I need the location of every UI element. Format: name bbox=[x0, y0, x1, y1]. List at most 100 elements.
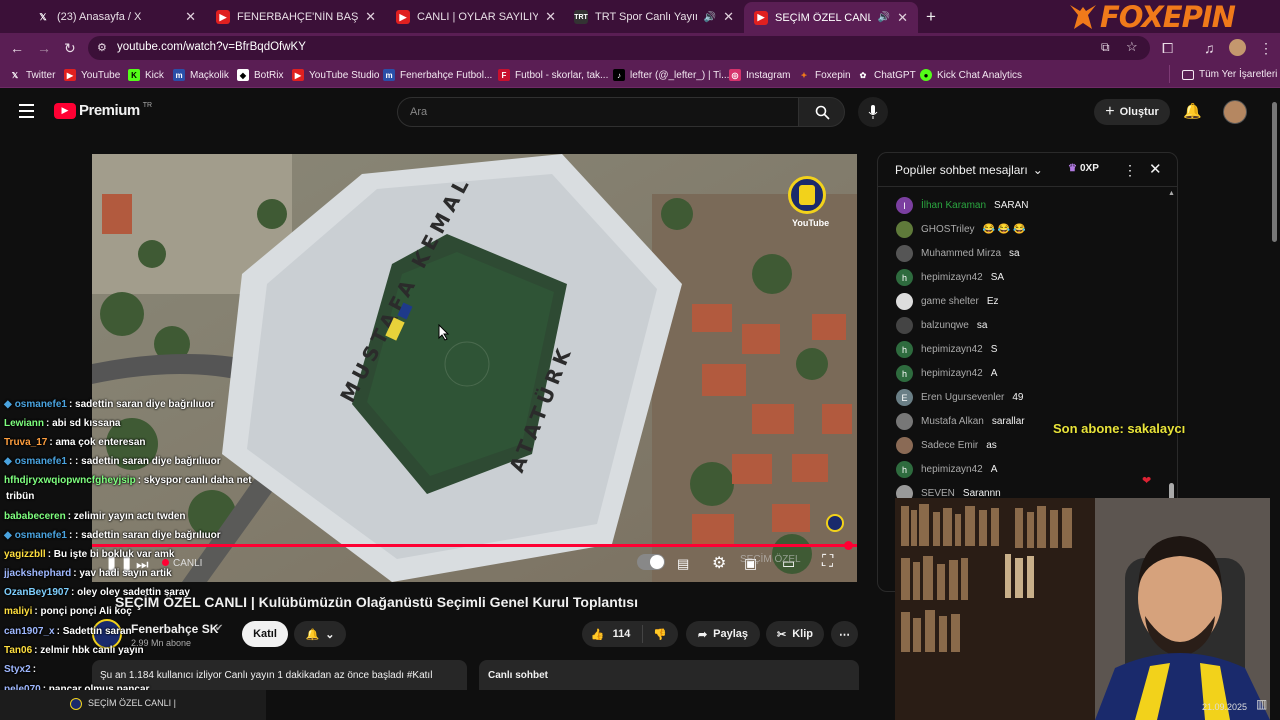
bookmark-star-icon[interactable]: ☆ bbox=[1126, 39, 1138, 55]
chat-message[interactable]: E Eren Ugursevenler 49 bbox=[896, 389, 1024, 406]
bookmark-item[interactable]: K Kick bbox=[128, 69, 164, 81]
chat-message[interactable]: h hepimizayn42 S bbox=[896, 341, 997, 358]
bookmark-item[interactable]: ♪ lefter (@_lefter_) | Ti... bbox=[613, 69, 729, 81]
chat-avatar[interactable]: h bbox=[896, 461, 913, 478]
browser-tab-active[interactable]: ▶ SEÇİM ÖZEL CANLI | Ku 🔊 ✕ bbox=[744, 2, 918, 33]
browser-tab[interactable]: ▶ FENERBAHÇE'NİN BAŞKANI BE ✕ bbox=[206, 4, 386, 30]
settings-gear-icon[interactable]: ⚙ bbox=[712, 553, 726, 573]
browser-tab[interactable]: ▶ CANLI | OYLAR SAYILIYOR! Ola ✕ bbox=[386, 4, 566, 30]
subscribed-bell-button[interactable]: 🔔 ⌄ bbox=[294, 621, 346, 647]
chat-avatar[interactable] bbox=[896, 317, 913, 334]
dislike-button[interactable]: 👎 bbox=[643, 628, 677, 641]
close-tab-icon[interactable]: ✕ bbox=[897, 10, 908, 26]
back-arrow-icon[interactable]: ← bbox=[10, 40, 24, 56]
chat-avatar[interactable] bbox=[896, 413, 913, 430]
chat-mode-selector[interactable]: Popüler sohbet mesajları ⌄ bbox=[895, 163, 1043, 177]
chat-author[interactable]: hepimizayn42 bbox=[921, 344, 983, 355]
bookmark-item[interactable]: F Futbol - skorlar, tak... bbox=[498, 69, 608, 81]
live-chat-replay-bar[interactable]: Canlı sohbet bbox=[479, 660, 859, 690]
bookmark-item[interactable]: ● Kick Chat Analytics bbox=[920, 69, 1022, 81]
bookmark-item[interactable]: m Maçkolik bbox=[173, 69, 229, 81]
create-button[interactable]: + Oluştur bbox=[1094, 99, 1170, 125]
youtube-premium-logo[interactable]: ▶ Premium TR bbox=[54, 102, 152, 119]
chat-author[interactable]: hepimizayn42 bbox=[921, 272, 983, 283]
chat-avatar[interactable] bbox=[896, 245, 913, 262]
close-tab-icon[interactable]: ✕ bbox=[545, 9, 556, 25]
site-info-icon[interactable]: ⚙ bbox=[97, 41, 107, 54]
chat-scroll-up-icon[interactable]: ▲ bbox=[1168, 190, 1175, 197]
bookmark-item[interactable]: ◎ Instagram bbox=[729, 69, 790, 81]
taskbar-app-icon[interactable] bbox=[70, 698, 82, 710]
chat-more-icon[interactable]: ⋮ bbox=[1123, 162, 1137, 179]
more-actions-button[interactable]: ⋯ bbox=[831, 621, 858, 647]
fullscreen-icon[interactable]: ⛶ bbox=[822, 553, 833, 571]
speaker-icon[interactable]: 🔊 bbox=[704, 12, 716, 23]
bookmark-item[interactable]: ✦ Foxepin bbox=[798, 69, 851, 81]
chat-message[interactable]: Sadece Emir as bbox=[896, 437, 997, 454]
profile-avatar[interactable] bbox=[1229, 39, 1246, 56]
notification-center-icon[interactable]: ▥ bbox=[1256, 697, 1267, 711]
chat-message[interactable]: h hepimizayn42 A bbox=[896, 365, 997, 382]
chat-message[interactable]: h hepimizayn42 SA bbox=[896, 269, 1004, 286]
reload-icon[interactable]: ↻ bbox=[64, 40, 76, 57]
chat-message[interactable]: balzunqwe sa bbox=[896, 317, 987, 334]
clip-button[interactable]: ✂ Klip bbox=[766, 621, 824, 647]
close-tab-icon[interactable]: ✕ bbox=[185, 9, 196, 25]
close-chat-icon[interactable]: ✕ bbox=[1149, 160, 1162, 178]
voice-search-button[interactable] bbox=[858, 97, 888, 127]
progress-scrubber[interactable] bbox=[844, 541, 853, 550]
extensions-icon[interactable]: ⧠ bbox=[1162, 40, 1173, 57]
chat-author[interactable]: hepimizayn42 bbox=[921, 368, 983, 379]
bookmark-item[interactable]: ▶ YouTube Studio bbox=[292, 69, 379, 81]
speaker-icon[interactable]: 🔊 bbox=[878, 12, 890, 23]
all-bookmarks-folder[interactable]: Tüm Yer İşaretleri bbox=[1182, 69, 1277, 80]
chat-avatar[interactable] bbox=[896, 221, 913, 238]
autoplay-toggle[interactable] bbox=[637, 554, 665, 570]
close-tab-icon[interactable]: ✕ bbox=[723, 9, 734, 25]
chat-author[interactable]: Eren Ugursevenler bbox=[921, 392, 1004, 403]
xp-badge[interactable]: ♛ 0XP bbox=[1068, 163, 1099, 174]
account-avatar[interactable] bbox=[1223, 100, 1247, 124]
browser-tab[interactable]: TRT TRT Spor Canlı Yayın - TRTS 🔊 ✕ bbox=[564, 4, 744, 30]
chat-author[interactable]: Mustafa Alkan bbox=[921, 416, 984, 427]
address-bar[interactable]: ⚙ youtube.com/watch?v=BfrBqdOfwKY ⧉ ☆ bbox=[88, 36, 1150, 60]
chat-author[interactable]: game shelter bbox=[921, 296, 979, 307]
notifications-bell-icon[interactable]: 🔔 bbox=[1183, 102, 1202, 120]
chat-avatar[interactable]: h bbox=[896, 341, 913, 358]
new-tab-icon[interactable]: + bbox=[926, 7, 936, 27]
share-button[interactable]: ➦ Paylaş bbox=[686, 621, 760, 647]
close-tab-icon[interactable]: ✕ bbox=[365, 9, 376, 25]
chat-author[interactable]: hepimizayn42 bbox=[921, 464, 983, 475]
chat-avatar[interactable]: h bbox=[896, 365, 913, 382]
chat-message[interactable]: Mustafa Alkan sarallar bbox=[896, 413, 1025, 430]
bookmark-item[interactable]: ◆ BotRix bbox=[237, 69, 283, 81]
bookmark-item[interactable]: 𝕏 Twitter bbox=[9, 69, 56, 81]
bookmark-item[interactable]: ▶ YouTube bbox=[64, 69, 120, 81]
chat-message[interactable]: I İlhan Karaman SARAN bbox=[896, 197, 1029, 214]
channel-name[interactable]: Fenerbahçe SK bbox=[131, 622, 218, 636]
subtitles-icon[interactable]: ▤ bbox=[677, 556, 689, 572]
live-label[interactable]: CANLI bbox=[173, 558, 202, 569]
chat-avatar[interactable] bbox=[896, 437, 913, 454]
bookmark-item[interactable]: m Fenerbahçe Futbol... bbox=[383, 69, 492, 81]
chat-author[interactable]: İlhan Karaman bbox=[921, 200, 986, 211]
hamburger-menu-icon[interactable] bbox=[19, 104, 34, 118]
chat-author[interactable]: balzunqwe bbox=[921, 320, 969, 331]
chat-avatar[interactable]: E bbox=[896, 389, 913, 406]
chat-avatar[interactable]: I bbox=[896, 197, 913, 214]
like-button[interactable]: 👍 114 bbox=[583, 625, 644, 643]
video-player[interactable]: MUSTAFA KEMAL ATATÜRK YouTube ❚❚ ⏭ CANLI… bbox=[92, 154, 857, 582]
url-text[interactable]: youtube.com/watch?v=BfrBqdOfwKY bbox=[117, 41, 306, 53]
browser-tab[interactable]: 𝕏 (23) Anasayfa / X ✕ bbox=[26, 4, 206, 30]
join-button[interactable]: Katıl bbox=[242, 621, 288, 647]
taskbar-item-label[interactable]: SEÇİM ÖZEL CANLI | bbox=[88, 698, 176, 708]
search-input[interactable]: Ara bbox=[397, 97, 799, 127]
install-app-icon[interactable]: ⧉ bbox=[1101, 40, 1110, 55]
scrollbar-thumb[interactable] bbox=[1272, 102, 1277, 242]
menu-kebab-icon[interactable]: ⋮ bbox=[1259, 40, 1273, 57]
chat-author[interactable]: Muhammed Mirza bbox=[921, 248, 1001, 259]
forward-arrow-icon[interactable]: → bbox=[37, 40, 51, 56]
bookmark-item[interactable]: ✿ ChatGPT bbox=[857, 69, 916, 81]
chat-message[interactable]: h hepimizayn42 A bbox=[896, 461, 997, 478]
chat-message[interactable]: game shelter Ez bbox=[896, 293, 998, 310]
